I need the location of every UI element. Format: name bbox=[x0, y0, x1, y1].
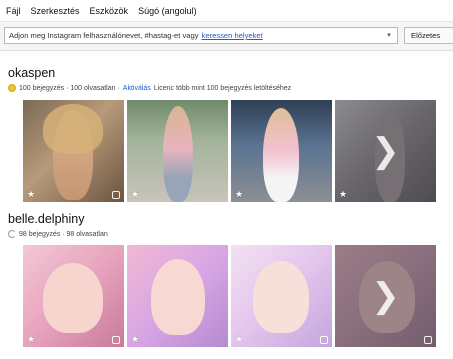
toolbar: Adjon meg Instagram felhasználónevet, #h… bbox=[0, 22, 453, 51]
download-icon[interactable] bbox=[112, 336, 120, 344]
menu-tools[interactable]: Eszközök bbox=[90, 6, 129, 16]
account-stats: 98 bejegyzés · 98 olvasatlan bbox=[19, 230, 108, 238]
star-icon[interactable]: ★ bbox=[131, 190, 139, 199]
photo-thumbnail-next[interactable]: ❯ bbox=[335, 245, 436, 347]
account-title: okaspen bbox=[8, 66, 56, 80]
menu-file[interactable]: Fájl bbox=[6, 6, 21, 16]
photo-row: ★ ★ ★ ❯ ★ bbox=[23, 100, 441, 202]
photo-row: ★ ★ ★ ❯ bbox=[23, 245, 441, 347]
search-places-link[interactable]: keressen helyeket bbox=[202, 31, 263, 40]
account-title: belle.delphiny bbox=[8, 212, 85, 226]
activate-link[interactable]: Aktiválás bbox=[123, 85, 151, 92]
star-icon[interactable]: ★ bbox=[131, 335, 139, 344]
photo-thumbnail[interactable]: ★ bbox=[23, 245, 124, 347]
photo-thumbnail[interactable]: ★ bbox=[127, 245, 228, 347]
photo-thumbnail-next[interactable]: ❯ ★ bbox=[335, 100, 436, 202]
warning-icon bbox=[8, 84, 16, 92]
account-stats: 100 bejegyzés · 100 olvasatlan · bbox=[19, 84, 120, 92]
video-icon[interactable] bbox=[320, 336, 328, 344]
next-arrow-icon[interactable]: ❯ bbox=[371, 134, 400, 168]
preview-button[interactable]: Előzetes bbox=[404, 27, 453, 44]
menu-edit[interactable]: Szerkesztés bbox=[31, 6, 80, 16]
menu-bar: Fájl Szerkesztés Eszközök Súgó (angolul) bbox=[0, 0, 453, 22]
download-icon[interactable] bbox=[112, 191, 120, 199]
star-icon[interactable]: ★ bbox=[235, 190, 243, 199]
photo-thumbnail[interactable]: ★ bbox=[23, 100, 124, 202]
account-meta: 98 bejegyzés · 98 olvasatlan bbox=[8, 230, 108, 238]
search-input[interactable]: Adjon meg Instagram felhasználónevet, #h… bbox=[4, 27, 398, 44]
loading-icon bbox=[8, 230, 16, 238]
chevron-down-icon[interactable]: ▾ bbox=[385, 32, 393, 40]
star-icon[interactable]: ★ bbox=[339, 190, 347, 199]
search-placeholder: Adjon meg Instagram felhasználónevet, #h… bbox=[9, 31, 199, 40]
star-icon[interactable]: ★ bbox=[27, 190, 35, 199]
menu-help[interactable]: Súgó (angolul) bbox=[138, 6, 197, 16]
photo-thumbnail[interactable]: ★ bbox=[231, 100, 332, 202]
account-meta: 100 bejegyzés · 100 olvasatlan · Aktivál… bbox=[8, 84, 291, 92]
star-icon[interactable]: ★ bbox=[27, 335, 35, 344]
photo-thumbnail[interactable]: ★ bbox=[231, 245, 332, 347]
next-arrow-icon[interactable]: ❯ bbox=[371, 279, 400, 313]
star-icon[interactable]: ★ bbox=[235, 335, 243, 344]
download-icon[interactable] bbox=[424, 336, 432, 344]
photo-thumbnail[interactable]: ★ bbox=[127, 100, 228, 202]
license-text: Licenc több mint 100 bejegyzés letöltésé… bbox=[153, 84, 292, 92]
